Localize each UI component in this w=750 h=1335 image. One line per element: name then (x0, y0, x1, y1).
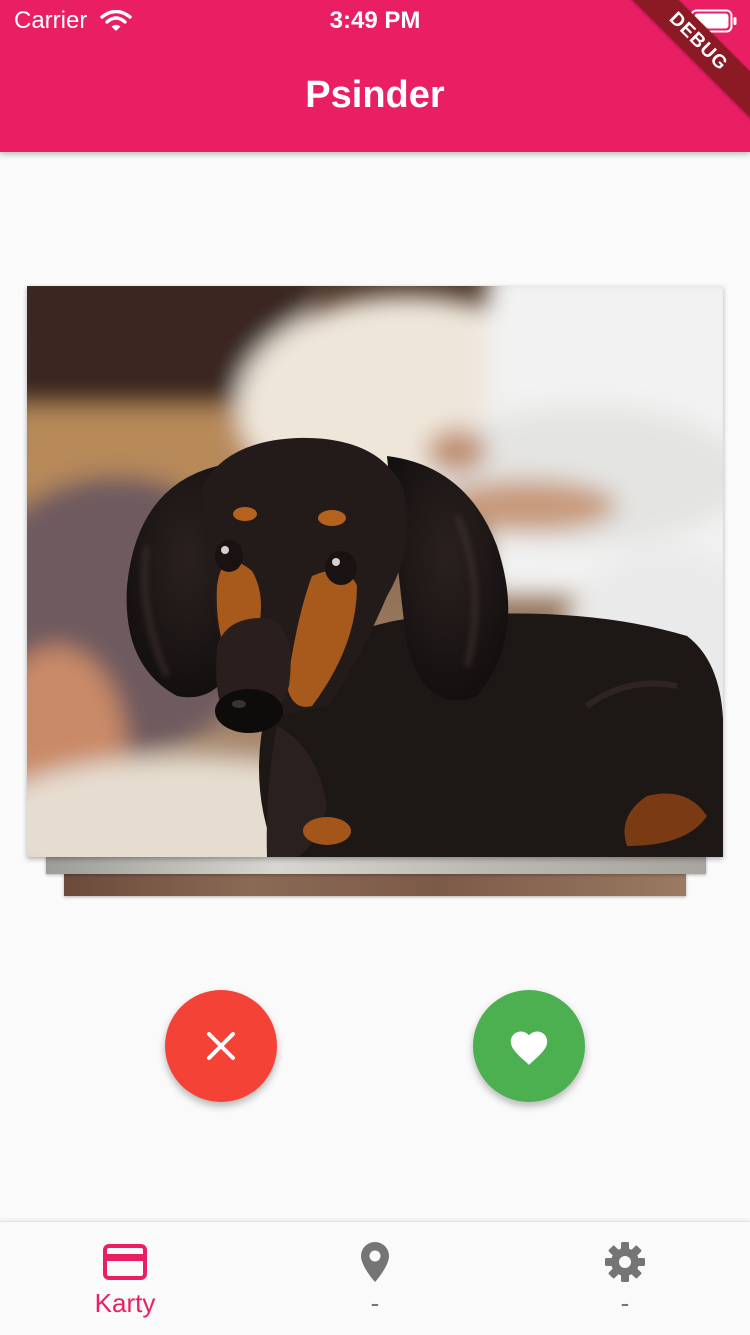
dog-card[interactable] (27, 286, 723, 857)
location-pin-icon (361, 1242, 389, 1282)
nav-label-location: - (370, 1288, 380, 1318)
stacked-card-middle (46, 856, 706, 874)
nav-item-settings[interactable]: - (500, 1222, 750, 1335)
stacked-card-back (64, 874, 686, 896)
nav-label-cards: Karty (94, 1288, 156, 1318)
nav-label-settings: - (620, 1288, 630, 1318)
heart-icon (510, 1031, 548, 1065)
nav-item-location[interactable]: - (250, 1222, 500, 1335)
status-time: 3:49 PM (329, 7, 421, 34)
credit-card-icon (103, 1244, 147, 1280)
page-title: Psinder (305, 74, 445, 116)
app-header: Carrier 3:49 PM Psinder DEBUG (0, 0, 750, 152)
dog-photo (27, 286, 723, 857)
status-bar: Carrier 3:49 PM (0, 0, 750, 42)
card-stack (0, 0, 750, 1334)
bottom-navigation: Karty - - (0, 1221, 750, 1335)
gear-icon (605, 1242, 645, 1282)
like-button[interactable] (473, 990, 585, 1102)
dislike-button[interactable] (165, 990, 277, 1102)
nav-item-cards[interactable]: Karty (0, 1222, 250, 1335)
close-icon (207, 1032, 235, 1060)
